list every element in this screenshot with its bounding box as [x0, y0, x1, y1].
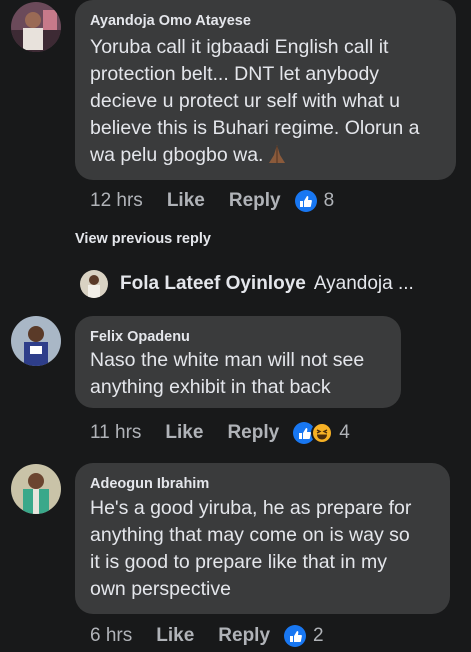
- like-button[interactable]: Like: [165, 422, 203, 444]
- haha-icon: [311, 422, 334, 444]
- avatar-adeogun[interactable]: [11, 464, 61, 514]
- reaction-count: 2: [313, 625, 324, 646]
- reply-button[interactable]: Reply: [227, 422, 279, 444]
- comment-text: Naso the white man will not see anything…: [90, 347, 364, 401]
- comment-actions: 12 hrs Like Reply 8: [90, 190, 334, 212]
- reactions[interactable]: 8: [294, 190, 335, 212]
- reply-button[interactable]: Reply: [218, 625, 270, 647]
- avatar-fola[interactable]: [80, 270, 108, 298]
- comment-line: protection belt... DNT let anybody: [90, 63, 380, 85]
- comment-line: it is good to prepare like that in my: [90, 551, 387, 573]
- folded-hands-icon: [266, 143, 288, 173]
- reaction-count: 4: [339, 422, 350, 443]
- comment-author[interactable]: Ayandoja Omo Atayese: [90, 13, 251, 29]
- comment-line: Naso the white man will not see: [90, 349, 365, 371]
- comment-time[interactable]: 12 hrs: [90, 190, 143, 212]
- comment-time[interactable]: 11 hrs: [90, 422, 141, 444]
- reactions[interactable]: 4: [293, 422, 350, 444]
- comment-text: Yoruba call it igbaadi English call it p…: [90, 34, 420, 173]
- reply-preview[interactable]: Fola Lateef Oyinloye Ayandoja ...: [80, 270, 414, 298]
- comment-line: believe this is Buhari regime. Olorun a: [90, 117, 420, 139]
- reply-author[interactable]: Fola Lateef Oyinloye: [120, 273, 306, 295]
- avatar-felix[interactable]: [11, 316, 61, 366]
- like-button[interactable]: Like: [167, 190, 205, 212]
- comment-author[interactable]: Felix Opadenu: [90, 329, 190, 345]
- reply-button[interactable]: Reply: [229, 190, 281, 212]
- comment-line: wa pelu gbogbo wa.: [90, 142, 420, 173]
- comment-text: He's a good yiruba, he as prepare for an…: [90, 495, 411, 603]
- comment-author[interactable]: Adeogun Ibrahim: [90, 476, 209, 492]
- like-icon: [294, 190, 317, 212]
- comment-actions: 6 hrs Like Reply 2: [90, 625, 324, 647]
- view-previous-reply-link[interactable]: View previous reply: [75, 231, 211, 247]
- avatar-ayandoja[interactable]: [11, 2, 61, 52]
- like-button[interactable]: Like: [156, 625, 194, 647]
- reactions[interactable]: 2: [284, 625, 324, 647]
- comment-actions: 11 hrs Like Reply 4: [90, 422, 350, 444]
- comment-time[interactable]: 6 hrs: [90, 625, 132, 647]
- comment-line: Yoruba call it igbaadi English call it: [90, 36, 389, 58]
- like-icon: [284, 625, 307, 647]
- comment-line: own perspective: [90, 578, 231, 600]
- comment-line: He's a good yiruba, he as prepare for: [90, 497, 412, 519]
- reply-preview-text: Ayandoja ...: [313, 273, 414, 294]
- comment-line: anything that may come on is way so: [90, 524, 410, 546]
- reaction-count: 8: [323, 190, 335, 211]
- comment-line: anything exhibit in that back: [90, 376, 331, 398]
- comment-line: decieve u protect ur self with what u: [90, 90, 400, 112]
